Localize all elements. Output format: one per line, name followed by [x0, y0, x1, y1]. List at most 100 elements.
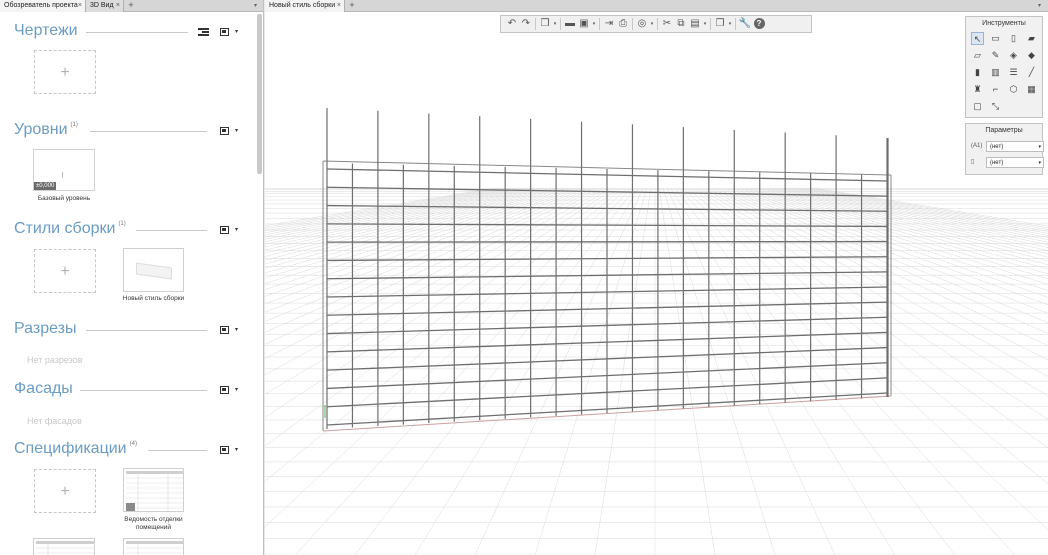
- tab-project-browser[interactable]: Обозреватель проекта ×: [0, 0, 86, 12]
- divider: [86, 330, 207, 331]
- section-title-assembly-styles: Стили сборки (1): [14, 220, 126, 237]
- material-select[interactable]: (нет) ▾: [986, 157, 1044, 168]
- view-mode-icon[interactable]: [220, 28, 229, 36]
- close-icon[interactable]: ×: [116, 0, 120, 12]
- close-icon[interactable]: ×: [337, 0, 341, 12]
- view-mode-icon[interactable]: [220, 226, 229, 234]
- dimension-tool-icon[interactable]: ⤡: [989, 100, 1002, 113]
- tab-assembly-style[interactable]: Новый стиль сборки ×: [265, 0, 345, 12]
- chevron-down-icon[interactable]: ▾: [235, 127, 238, 134]
- object-tool-icon[interactable]: ⬡: [1007, 83, 1020, 96]
- ground-grid-line: [714, 187, 1048, 334]
- ground-grid-line: [534, 187, 648, 555]
- beam-tool-icon[interactable]: ◈: [1007, 49, 1020, 62]
- wrench-icon[interactable]: 🔧: [738, 17, 752, 31]
- tab-label: Обозреватель проекта: [4, 2, 78, 9]
- chevron-down-icon[interactable]: ▾: [235, 446, 238, 453]
- export-icon[interactable]: ⇥: [602, 17, 616, 31]
- chevron-down-icon[interactable]: ▾: [727, 21, 733, 27]
- chevron-down-icon[interactable]: ▾: [235, 28, 238, 35]
- specification-thumbnail[interactable]: [123, 538, 184, 555]
- parameter-row: (A1) (нет) ▾: [971, 141, 1044, 152]
- ground-grid-line: [662, 187, 776, 555]
- plus-icon: +: [60, 64, 70, 81]
- rebar-tool-icon[interactable]: ▦: [1025, 83, 1038, 96]
- copy-icon[interactable]: ⧉: [674, 17, 688, 31]
- door-tool-icon[interactable]: ▮: [971, 66, 984, 79]
- opening-tool-icon[interactable]: ▢: [971, 100, 984, 113]
- undo-icon[interactable]: ↶: [505, 17, 519, 31]
- window-tool-icon[interactable]: ▥: [989, 66, 1002, 79]
- chevron-down-icon[interactable]: ▾: [552, 21, 558, 27]
- save-icon[interactable]: ▣: [577, 17, 591, 31]
- layers-icon[interactable]: ❐: [713, 17, 727, 31]
- roof-tool-icon[interactable]: ◆: [1025, 49, 1038, 62]
- wall-tool-icon[interactable]: ▰: [1025, 32, 1038, 45]
- tab-3d-view[interactable]: 3D Вид ×: [86, 0, 124, 12]
- view-mode-icon[interactable]: [220, 446, 229, 454]
- stair-tool-icon[interactable]: ☰: [1007, 66, 1020, 79]
- level-marker-icon: [62, 172, 64, 178]
- ground-grid-line: [698, 187, 1048, 397]
- rectangle-tool-icon[interactable]: ▭: [989, 32, 1002, 45]
- slab-tool-icon[interactable]: ▱: [971, 49, 984, 62]
- view-mode-icon[interactable]: [220, 326, 229, 334]
- fixture-tool-icon[interactable]: ♜: [971, 83, 984, 96]
- add-drawing-button[interactable]: +: [34, 50, 96, 94]
- ground-grid-line: [762, 187, 1048, 258]
- column-tool-icon[interactable]: ▯: [1007, 32, 1020, 45]
- ground-grid-line: [766, 187, 1048, 255]
- pointer-tool-icon[interactable]: ↖: [971, 32, 984, 45]
- assembly-style-thumbnail[interactable]: [123, 248, 184, 292]
- 3d-scene[interactable]: [265, 13, 1048, 555]
- help-icon[interactable]: ?: [752, 17, 766, 31]
- ground-grid-line: [690, 187, 1048, 449]
- chevron-down-icon[interactable]: ▾: [235, 326, 238, 333]
- divider: [80, 390, 207, 391]
- scrollbar[interactable]: [257, 14, 262, 174]
- left-tab-bar: Обозреватель проекта × 3D Вид × + ▾: [0, 0, 263, 12]
- 3d-viewport[interactable]: [265, 13, 1048, 555]
- section-title-facades: Фасады: [14, 380, 73, 397]
- filter-icon[interactable]: [198, 28, 209, 37]
- specification-thumbnail[interactable]: [123, 468, 184, 512]
- chevron-down-icon[interactable]: ▾: [235, 386, 238, 393]
- specifications-count: (4): [129, 441, 137, 447]
- level-thumbnail[interactable]: ±0,000: [33, 149, 95, 191]
- ground-grid-line: [265, 187, 604, 359]
- ground-grid-line: [265, 187, 588, 313]
- paste-icon[interactable]: ▤: [688, 17, 702, 31]
- view-mode-icon[interactable]: [220, 386, 229, 394]
- print-icon[interactable]: ⎙: [616, 17, 630, 31]
- globe-icon[interactable]: ◎: [635, 17, 649, 31]
- close-icon[interactable]: ×: [78, 0, 82, 12]
- specification-label-line1: Ведомость отделки: [124, 516, 183, 523]
- add-tab-button[interactable]: +: [347, 0, 357, 12]
- view-mode-icon[interactable]: [220, 127, 229, 135]
- table-preview-icon: [36, 541, 94, 555]
- folder-icon[interactable]: ▬: [563, 17, 577, 31]
- railing-tool-icon[interactable]: ⌐: [989, 83, 1002, 96]
- specification-thumbnail[interactable]: [33, 538, 95, 555]
- redo-icon[interactable]: ↷: [519, 17, 533, 31]
- ground-grid-line: [794, 187, 1048, 236]
- brush-tool-icon[interactable]: ✎: [989, 49, 1002, 62]
- chevron-down-icon[interactable]: ▾: [235, 226, 238, 233]
- add-tab-button[interactable]: +: [126, 0, 136, 12]
- ground-grid-line: [694, 187, 1048, 420]
- chevron-down-icon[interactable]: ▾: [649, 21, 655, 27]
- line-tool-icon[interactable]: ╱: [1025, 66, 1038, 79]
- layer-select[interactable]: (нет) ▾: [986, 141, 1044, 152]
- add-specification-button[interactable]: +: [34, 469, 96, 513]
- chevron-down-icon[interactable]: ▾: [591, 21, 597, 27]
- cube-icon[interactable]: ❒: [538, 17, 552, 31]
- tab-menu-icon[interactable]: ▾: [254, 0, 262, 12]
- add-assembly-style-button[interactable]: +: [34, 249, 96, 293]
- ground-grid-line: [265, 187, 568, 279]
- ground-grid-line: [786, 187, 1048, 241]
- section-title-specifications: Спецификации (4): [14, 440, 137, 457]
- cut-icon[interactable]: ✂: [660, 17, 674, 31]
- chevron-down-icon[interactable]: ▾: [702, 21, 708, 27]
- tab-menu-icon[interactable]: ▾: [1038, 0, 1046, 12]
- levels-count: (1): [70, 122, 78, 128]
